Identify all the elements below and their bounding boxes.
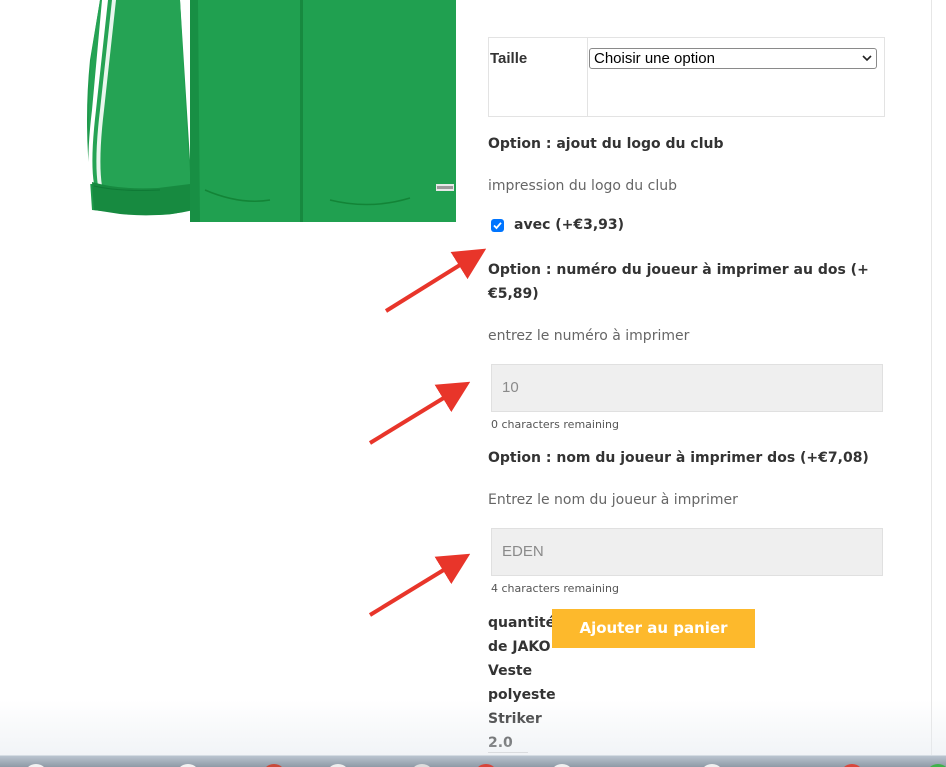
- checkmark-icon: [493, 222, 502, 230]
- number-option-heading-line2: €5,89): [488, 286, 539, 302]
- player-number-input[interactable]: 10: [491, 364, 883, 412]
- player-name-value: EDEN: [502, 543, 544, 560]
- quantity-input[interactable]: [488, 752, 528, 753]
- bottom-fade: [0, 700, 946, 755]
- product-page: Taille Choisir une option Option : ajout…: [0, 0, 946, 767]
- logo-option-description: impression du logo du club: [488, 178, 677, 194]
- name-chars-remaining: 4 characters remaining: [491, 582, 619, 595]
- size-label-cell: Taille: [489, 38, 588, 116]
- size-label: Taille: [490, 50, 528, 67]
- arrow-to-number-input: [368, 381, 471, 445]
- add-to-cart-button[interactable]: Ajouter au panier: [552, 609, 755, 648]
- quantity-label-line: quantité: [488, 615, 556, 631]
- logo-checkbox-label[interactable]: avec (+€3,93): [514, 217, 624, 233]
- player-number-value: 10: [502, 379, 519, 396]
- green-jacket-image: [87, 0, 456, 222]
- dock: [0, 755, 946, 767]
- chevron-down-icon: [862, 55, 872, 62]
- logo-checkbox[interactable]: [491, 219, 504, 232]
- logo-option-heading: Option : ajout du logo du club: [488, 136, 724, 152]
- quantity-label-line: Veste: [488, 663, 533, 679]
- variations-table: Taille Choisir une option: [488, 37, 885, 117]
- quantity-label-line: de JAKO: [488, 639, 551, 655]
- number-option-description: entrez le numéro à imprimer: [488, 328, 690, 344]
- number-option-heading-line1: Option : numéro du joueur à imprimer au …: [488, 262, 869, 278]
- number-chars-remaining: 0 characters remaining: [491, 418, 619, 431]
- size-select-value: Choisir une option: [594, 50, 715, 67]
- quantity-label-line: Striker: [488, 711, 542, 727]
- name-option-description: Entrez le nom du joueur à imprimer: [488, 492, 738, 508]
- name-option-heading: Option : nom du joueur à imprimer dos (+…: [488, 450, 869, 466]
- quantity-label: quantité de JAKO Veste polyeste Striker …: [488, 611, 556, 755]
- scrollbar-edge[interactable]: [931, 0, 932, 767]
- quantity-label-line: polyeste: [488, 687, 556, 703]
- size-select[interactable]: Choisir une option: [589, 48, 877, 69]
- arrow-to-logo-checkbox: [384, 248, 487, 313]
- arrow-to-name-input: [368, 553, 471, 617]
- product-image: [80, 0, 456, 222]
- player-name-input[interactable]: EDEN: [491, 528, 883, 576]
